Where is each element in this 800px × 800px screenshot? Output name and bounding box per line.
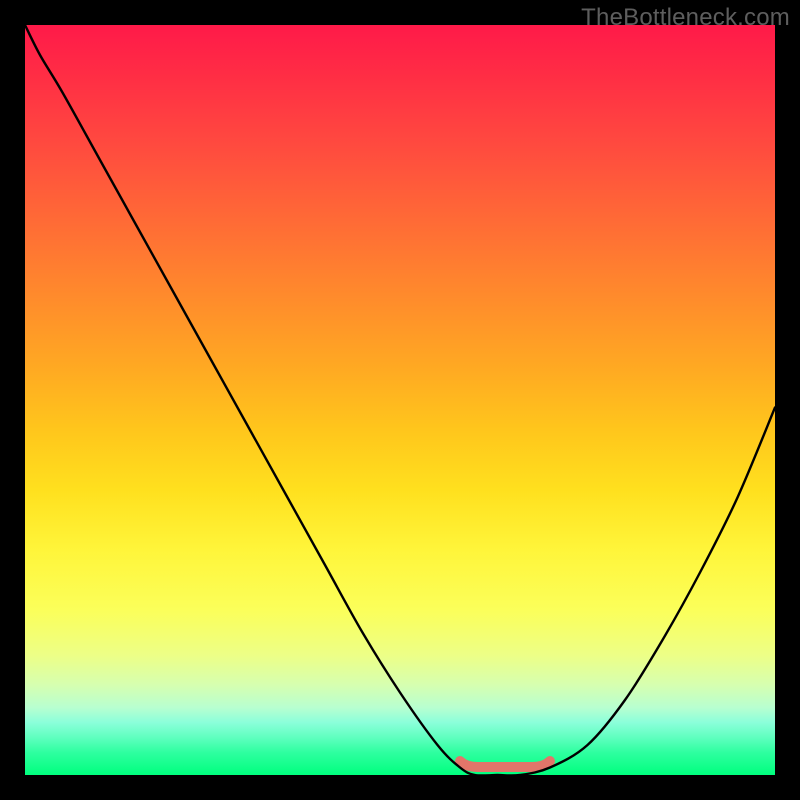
flat-minimum-highlight — [460, 761, 550, 767]
bottleneck-curve — [25, 25, 775, 775]
watermark-text: TheBottleneck.com — [581, 4, 790, 32]
chart-frame: TheBottleneck.com — [0, 0, 800, 800]
plot-area — [25, 25, 775, 775]
curve-svg — [25, 25, 775, 775]
